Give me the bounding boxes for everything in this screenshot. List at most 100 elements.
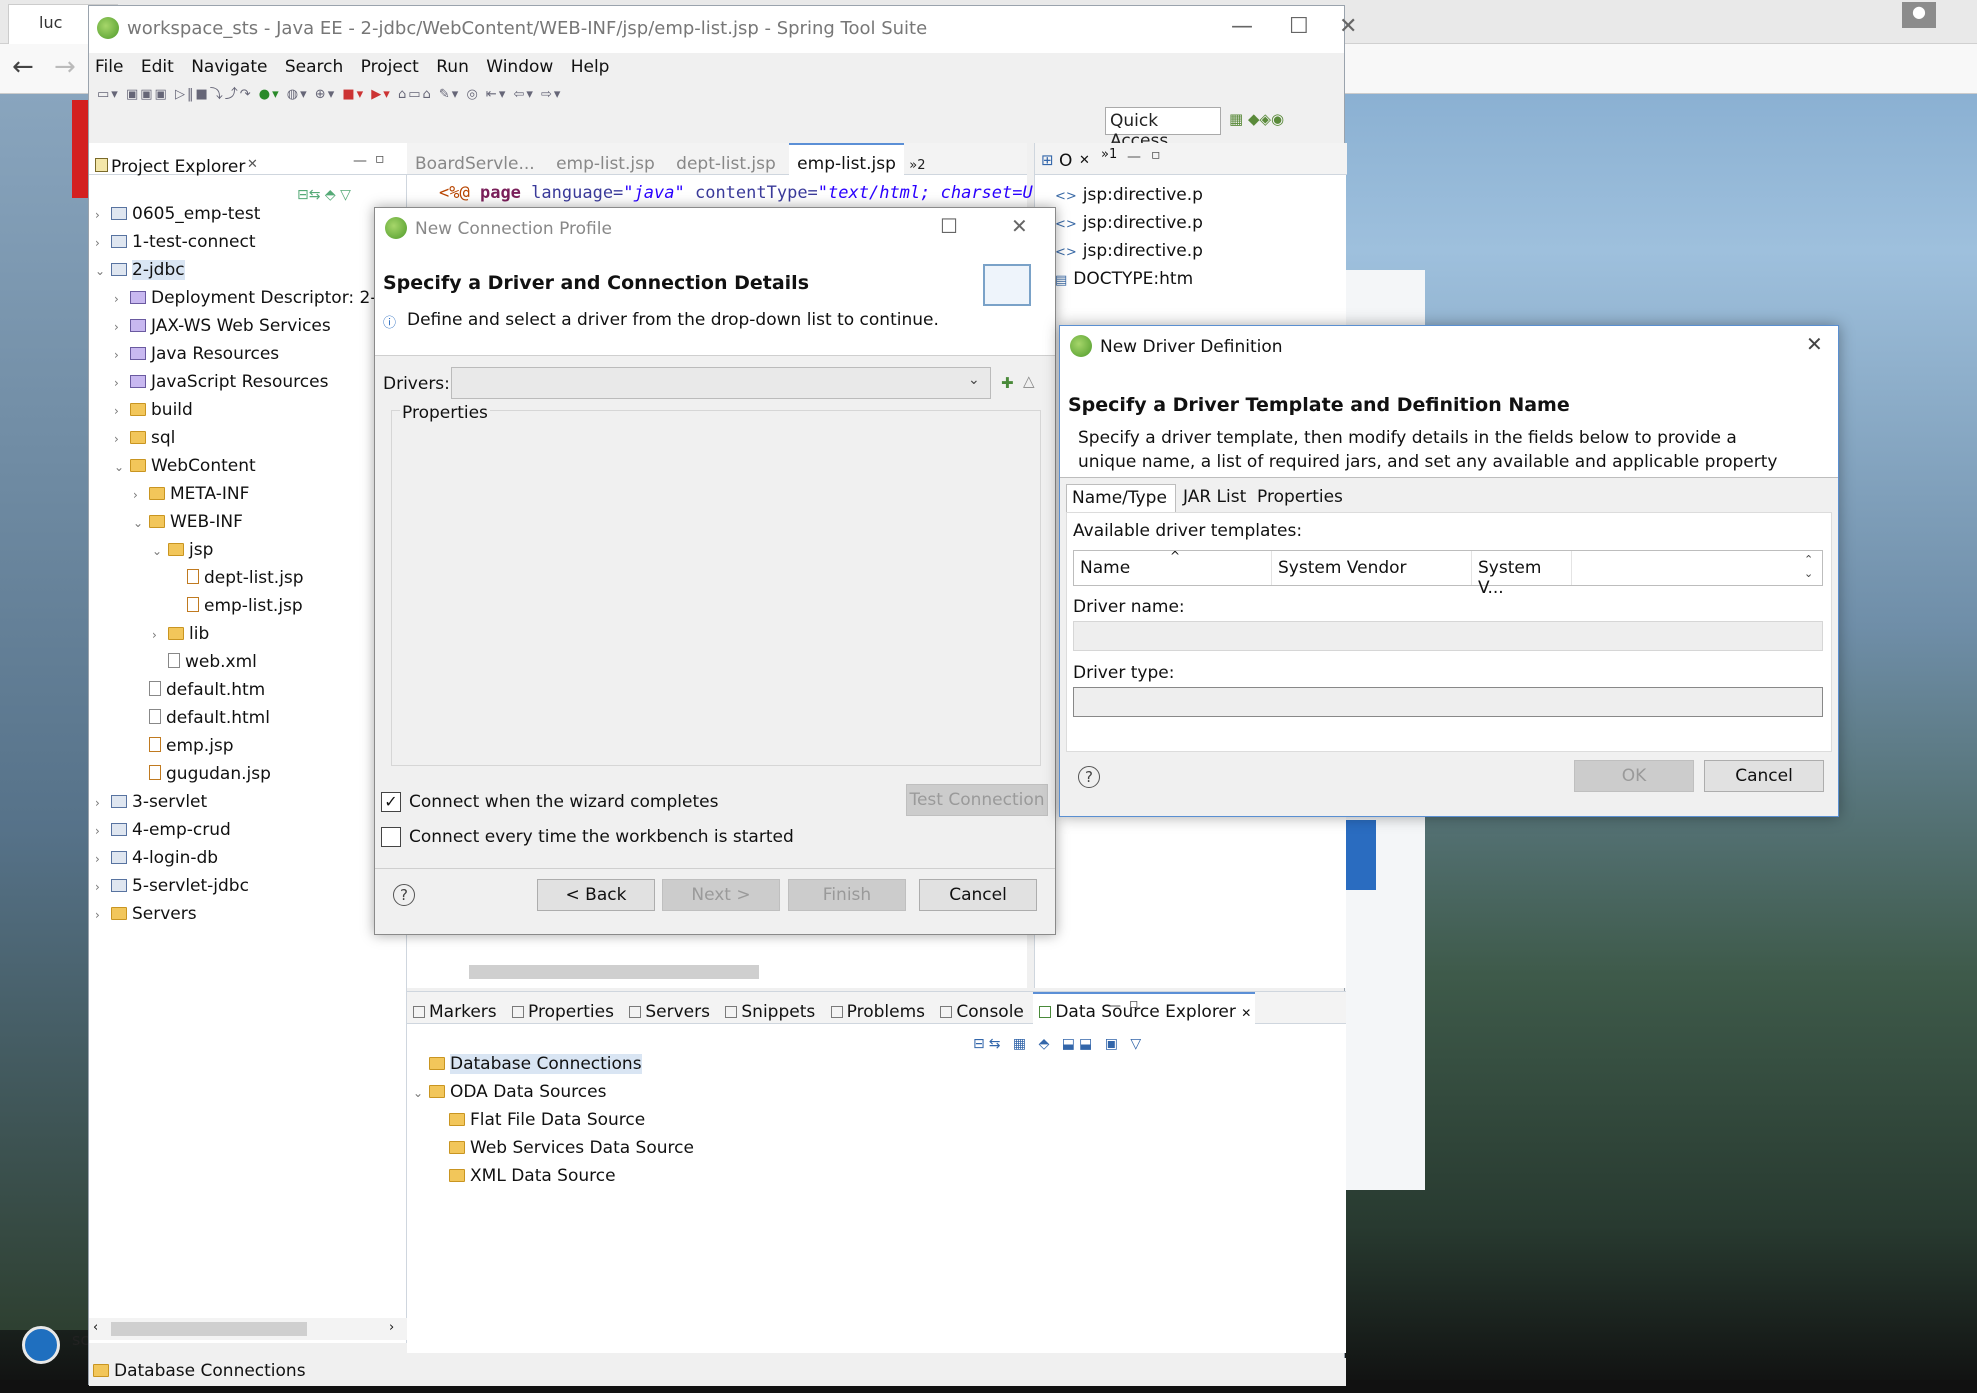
chevron-right-icon[interactable]: ›: [95, 236, 111, 250]
outline-item[interactable]: <> jsp:directive.p: [1055, 185, 1203, 205]
chevron-right-icon[interactable]: ›: [95, 908, 111, 922]
minimize-view-icon[interactable]: —: [1127, 149, 1141, 165]
outline-item[interactable]: <> jsp:directive.p: [1055, 213, 1203, 233]
outline-tab-label[interactable]: O: [1059, 151, 1072, 171]
tree-item[interactable]: emp.jsp: [133, 736, 234, 758]
data-source-toolbar[interactable]: ⊟⇆ ▦ ⬘ ⬓⬓ ▣ ▽: [973, 1036, 1145, 1052]
chevron-down-icon[interactable]: ⌄: [95, 264, 111, 278]
editor-tab[interactable]: BoardServle...: [407, 145, 543, 174]
editor-tab-overflow[interactable]: »2: [909, 158, 925, 173]
cancel-button[interactable]: Cancel: [1704, 760, 1824, 792]
next-button[interactable]: Next >: [662, 879, 780, 911]
scrollbar-thumb[interactable]: [469, 965, 759, 979]
tab-properties[interactable]: Properties: [506, 994, 618, 1022]
tree-item[interactable]: › 3-servlet: [95, 792, 207, 814]
close-window-icon[interactable]: ✕: [1339, 14, 1357, 39]
outline-item[interactable]: ▤ DOCTYPE:htm: [1055, 269, 1193, 289]
chevron-right-icon[interactable]: ›: [95, 880, 111, 894]
scrollbar-thumb[interactable]: [111, 1322, 307, 1336]
menu-navigate[interactable]: Navigate: [191, 53, 267, 77]
chevron-right-icon[interactable]: ›: [95, 208, 111, 222]
close-view-icon[interactable]: ✕: [247, 157, 258, 172]
tree-item[interactable]: › 1-test-connect: [95, 232, 256, 254]
maximize-view-icon[interactable]: ▫: [375, 151, 385, 167]
minimize-icon[interactable]: —: [1231, 14, 1253, 39]
debug-controls-icon[interactable]: ▷‖■⤵⤴↷: [175, 87, 253, 102]
close-view-icon[interactable]: ✕: [1241, 1006, 1251, 1020]
external-tools-icon[interactable]: ■▾ ▶▾: [342, 87, 391, 102]
tree-item[interactable]: web.xml: [152, 652, 257, 674]
editor-tab[interactable]: dept-list.jsp: [668, 145, 784, 174]
tab-data-source-explorer[interactable]: Data Source Explorer ✕: [1033, 992, 1256, 1024]
tab-jar-list[interactable]: JAR List: [1178, 484, 1252, 512]
tree-item[interactable]: › build: [114, 400, 193, 422]
tree-item[interactable]: › 4-emp-crud: [95, 820, 231, 842]
tree-item[interactable]: › Java Resources: [114, 344, 279, 366]
chevron-right-icon[interactable]: ›: [114, 404, 130, 418]
menu-search[interactable]: Search: [285, 53, 343, 77]
editor-tab[interactable]: emp-list.jsp: [548, 145, 663, 174]
chevron-down-icon[interactable]: ⌄: [114, 460, 130, 474]
outline-item[interactable]: <> jsp:directive.p: [1055, 241, 1203, 261]
edit-driver-icon[interactable]: △: [1023, 372, 1035, 390]
editor-tab-active[interactable]: emp-list.jsp: [789, 143, 904, 175]
maximize-icon[interactable]: ☐: [940, 214, 958, 238]
collapse-all-icon[interactable]: ⊟⇆ ⬘ ▽: [297, 187, 351, 203]
tree-item[interactable]: default.htm: [133, 680, 265, 702]
tree-item[interactable]: gugudan.jsp: [133, 764, 271, 786]
open-type-icon[interactable]: ⌂▭⌂ ✎▾ ◎: [398, 87, 480, 102]
menu-file[interactable]: File: [95, 53, 123, 77]
tab-markers[interactable]: Markers: [407, 994, 501, 1022]
connect-on-complete-checkbox[interactable]: ✓: [381, 792, 401, 812]
tree-item[interactable]: › 4-login-db: [95, 848, 218, 870]
tree-item[interactable]: default.html: [133, 708, 270, 730]
tree-item[interactable]: › 0605_emp-test: [95, 204, 260, 226]
ok-button[interactable]: OK: [1574, 760, 1694, 792]
horizontal-scrollbar[interactable]: ‹ ›: [89, 1318, 407, 1340]
outline-overflow[interactable]: »1: [1101, 147, 1117, 162]
new-icon[interactable]: ▭▾: [97, 87, 120, 102]
tree-item[interactable]: › lib: [152, 624, 209, 646]
data-source-item[interactable]: Flat File Data Source: [433, 1110, 645, 1132]
maximize-icon[interactable]: ☐: [1289, 14, 1309, 39]
sts-taskbar-icon[interactable]: [22, 1326, 60, 1364]
data-source-item[interactable]: ⌄ ODA Data Sources: [413, 1082, 606, 1104]
help-icon[interactable]: ?: [393, 884, 415, 906]
navigation-icon[interactable]: ⇤▾ ⇦▾ ⇨▾: [486, 87, 563, 102]
tree-item[interactable]: › JAX-WS Web Services: [114, 316, 331, 338]
tree-item[interactable]: emp-list.jsp: [171, 596, 303, 618]
quick-access-input[interactable]: Quick Access: [1105, 107, 1221, 151]
drivers-select[interactable]: ⌄: [451, 367, 991, 399]
user-profile-icon[interactable]: ●: [1902, 2, 1936, 28]
scroll-right-icon[interactable]: ›: [389, 1320, 394, 1335]
scroll-left-icon[interactable]: ‹: [93, 1320, 98, 1335]
editor-horizontal-scrollbar[interactable]: [443, 961, 1003, 983]
column-header-system-vendor[interactable]: System Vendor: [1272, 551, 1472, 585]
chevron-right-icon[interactable]: ›: [95, 796, 111, 810]
chevron-right-icon[interactable]: ›: [152, 628, 168, 642]
chevron-down-icon[interactable]: ⌄: [413, 1086, 429, 1100]
tree-item[interactable]: ⌄ WEB-INF: [133, 512, 243, 534]
chevron-right-icon[interactable]: ›: [114, 320, 130, 334]
chevron-right-icon[interactable]: ›: [114, 376, 130, 390]
chevron-down-icon[interactable]: ⌄: [133, 516, 149, 530]
tab-problems[interactable]: Problems: [825, 994, 929, 1022]
tree-item[interactable]: ⌄ WebContent: [114, 456, 256, 478]
save-icon[interactable]: ▣▣▣: [126, 87, 169, 102]
tab-console[interactable]: Console: [934, 994, 1028, 1022]
menu-edit[interactable]: Edit: [141, 53, 174, 77]
tree-item[interactable]: › 5-servlet-jdbc: [95, 876, 249, 898]
code-line[interactable]: <%@ page language="java" contentType="te…: [439, 183, 1084, 203]
chevron-down-icon[interactable]: ⌄: [152, 544, 168, 558]
tab-name-type[interactable]: Name/Type: [1066, 484, 1176, 512]
help-icon[interactable]: ?: [1078, 766, 1100, 788]
back-button[interactable]: < Back: [537, 879, 655, 911]
chevron-right-icon[interactable]: ›: [133, 488, 149, 502]
close-icon[interactable]: ✕: [1011, 214, 1028, 238]
data-source-item[interactable]: XML Data Source: [433, 1166, 616, 1188]
close-view-icon[interactable]: ✕: [1079, 153, 1090, 168]
tab-properties[interactable]: Properties: [1252, 484, 1352, 512]
menu-help[interactable]: Help: [571, 53, 610, 77]
tab-snippets[interactable]: Snippets: [719, 994, 819, 1022]
driver-templates-table[interactable]: Name ^ System Vendor System V... ⌃ ⌄: [1073, 549, 1823, 598]
